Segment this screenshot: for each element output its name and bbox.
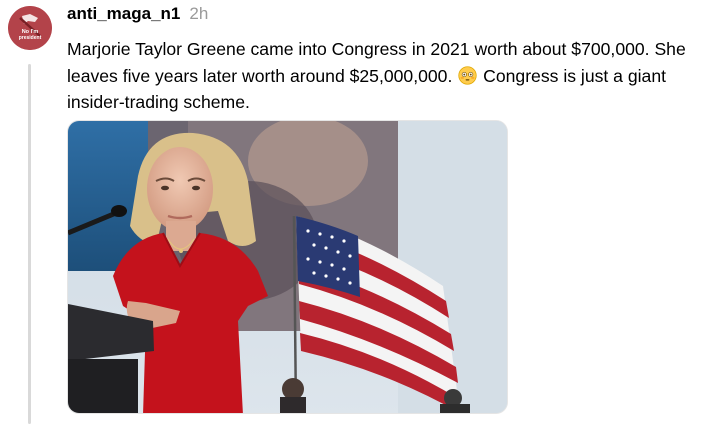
avatar-logo-icon: No I'm president xyxy=(8,6,52,50)
timestamp[interactable]: 2h xyxy=(189,4,208,24)
flushed-face-icon xyxy=(458,65,477,85)
thread-line xyxy=(28,64,31,424)
photo-illustration xyxy=(68,121,507,413)
post-text: Marjorie Taylor Greene came into Congres… xyxy=(67,36,712,116)
username[interactable]: anti_maga_n1 xyxy=(67,4,180,24)
post-image[interactable] xyxy=(67,120,508,414)
avatar[interactable]: No I'm president xyxy=(8,6,52,50)
post-header: anti_maga_n1 2h xyxy=(67,4,208,28)
svg-text:president: president xyxy=(19,35,42,41)
